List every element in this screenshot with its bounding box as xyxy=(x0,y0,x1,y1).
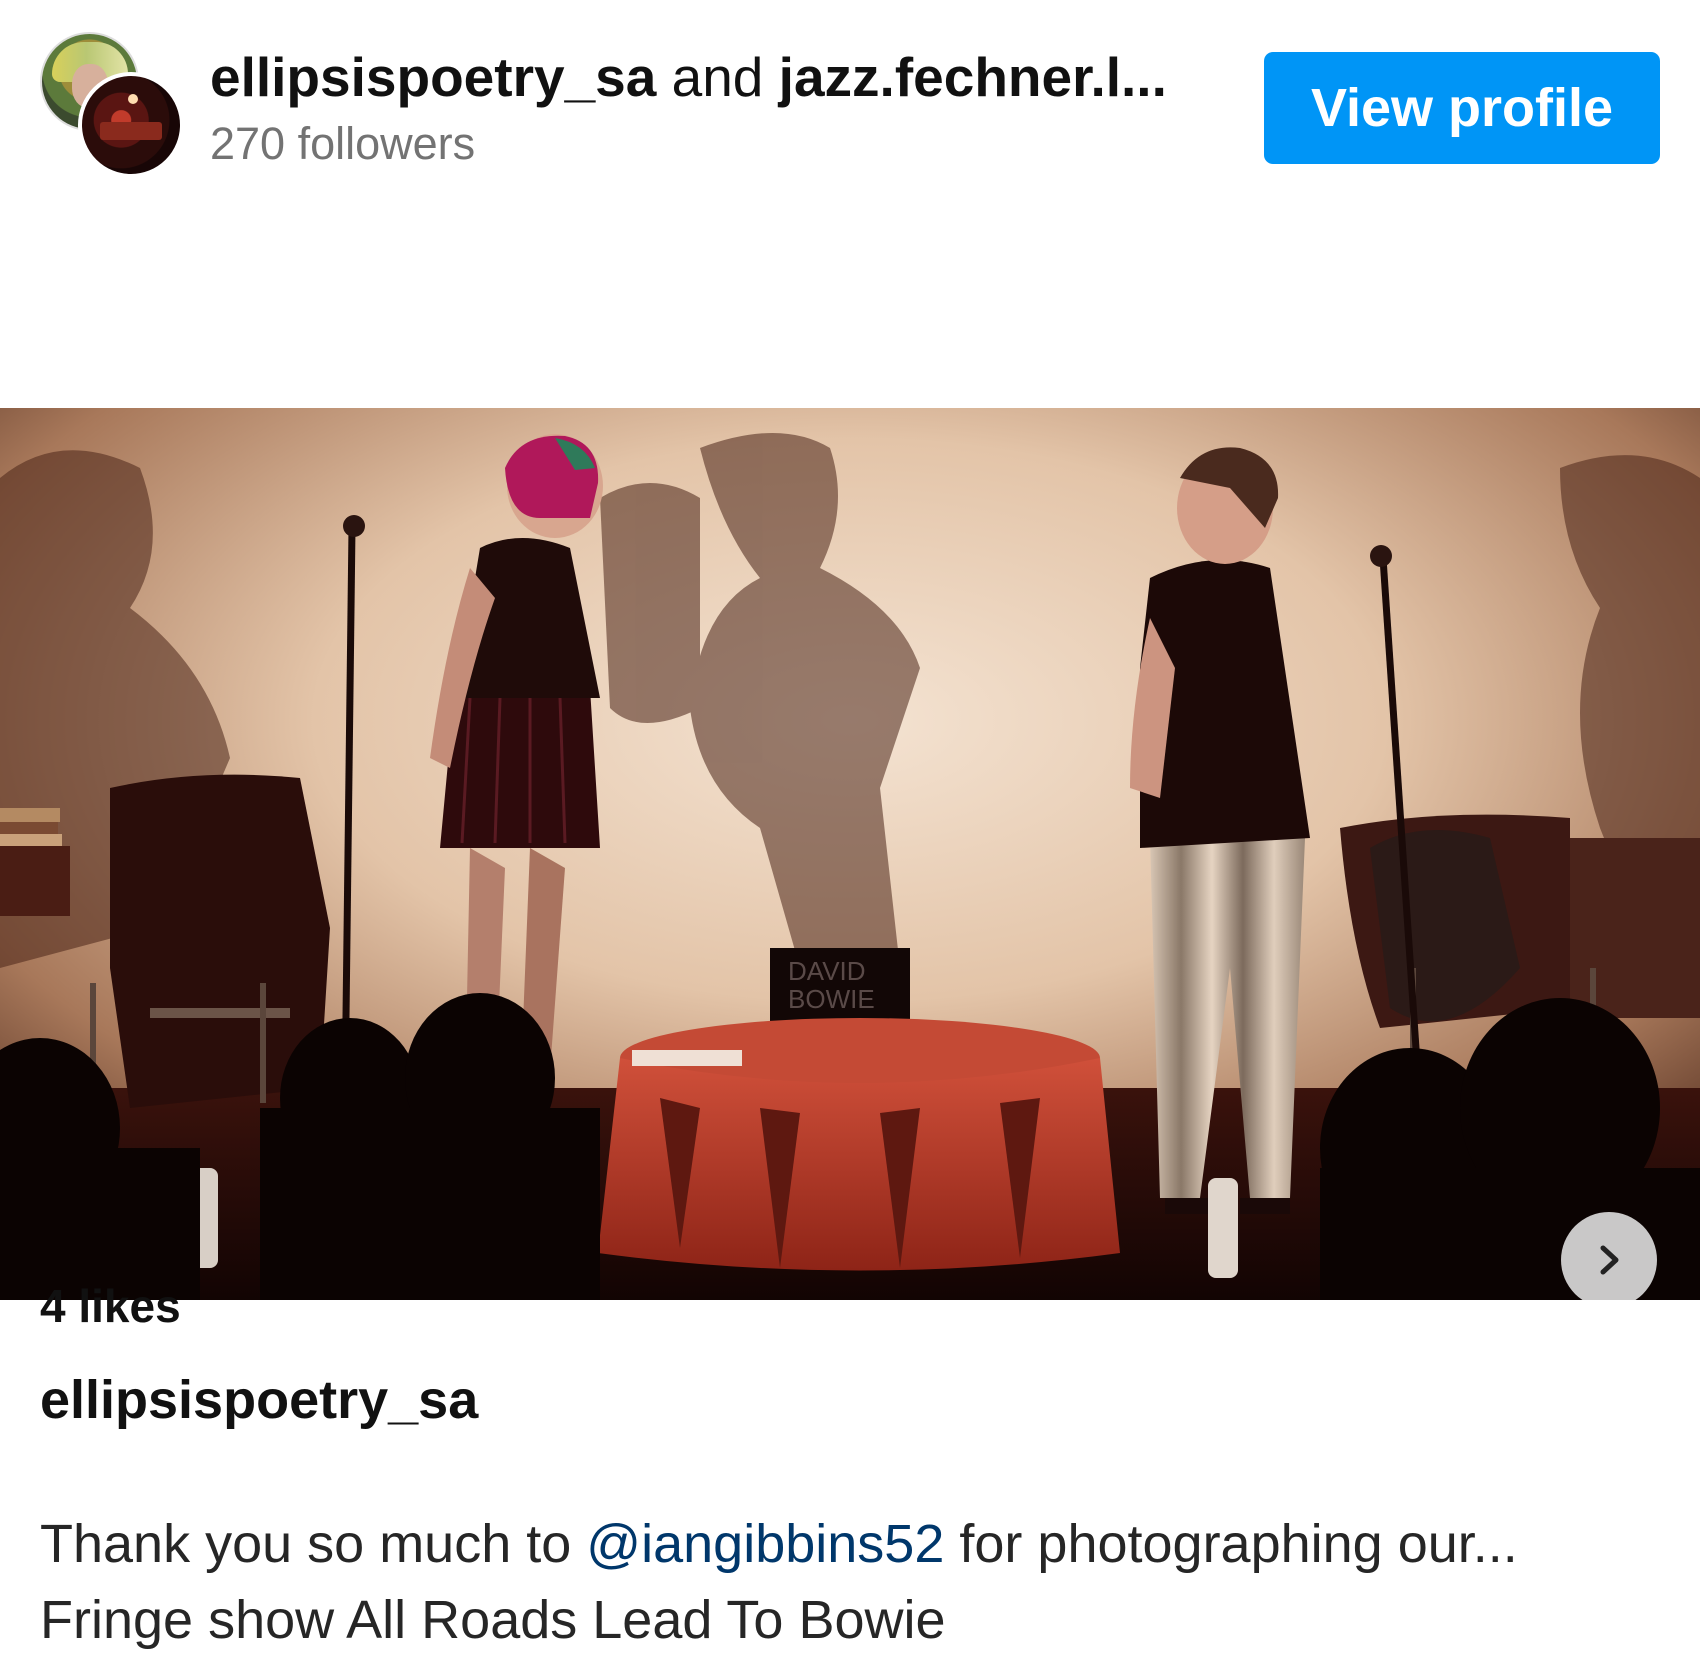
avatar-stage xyxy=(100,122,162,140)
bottle-right xyxy=(1208,1178,1238,1278)
bowie-box-text-1: DAVID xyxy=(788,956,866,986)
post-authors: ellipsispoetry_sa and jazz.fechner.l... xyxy=(210,42,1167,112)
caption-suffix: for photographing our... xyxy=(959,1514,1518,1574)
author-joiner: and xyxy=(671,46,764,108)
bowie-box-text-2: BOWIE xyxy=(788,984,875,1014)
caption-text: Thank you so much to @iangibbins52 for p… xyxy=(40,1506,1680,1658)
chevron-right-icon xyxy=(1600,1245,1619,1275)
collab-avatars[interactable] xyxy=(40,32,184,178)
follower-count: 270 followers xyxy=(210,118,476,169)
avatar-light xyxy=(128,94,138,104)
mic-right xyxy=(1370,545,1392,567)
carousel-next-button[interactable] xyxy=(1561,1212,1657,1300)
caption-prefix: Thank you so much to xyxy=(40,1514,572,1574)
post-header: ellipsispoetry_sa and jazz.fechner.l... … xyxy=(0,0,1700,200)
like-count[interactable]: 4 likes xyxy=(40,1278,181,1334)
avatar-jazz-fechner[interactable] xyxy=(78,72,184,178)
caption-username[interactable]: ellipsispoetry_sa xyxy=(40,1368,478,1432)
caption-mention-link[interactable]: @iangibbins52 xyxy=(586,1514,944,1574)
author-link-primary[interactable]: ellipsispoetry_sa xyxy=(210,46,656,108)
caption-line-1: Thank you so much to @iangibbins52 for p… xyxy=(40,1506,1680,1582)
mic-left xyxy=(343,515,365,537)
stage-photo: DAVID BOWIE xyxy=(0,408,1700,1300)
post-photo[interactable]: DAVID BOWIE xyxy=(0,408,1700,1300)
caption-line-2: Fringe show All Roads Lead To Bowie xyxy=(40,1590,946,1650)
view-profile-button[interactable]: View profile xyxy=(1264,52,1660,164)
author-link-secondary[interactable]: jazz.fechner.l... xyxy=(779,46,1167,108)
round-table xyxy=(598,1018,1120,1271)
